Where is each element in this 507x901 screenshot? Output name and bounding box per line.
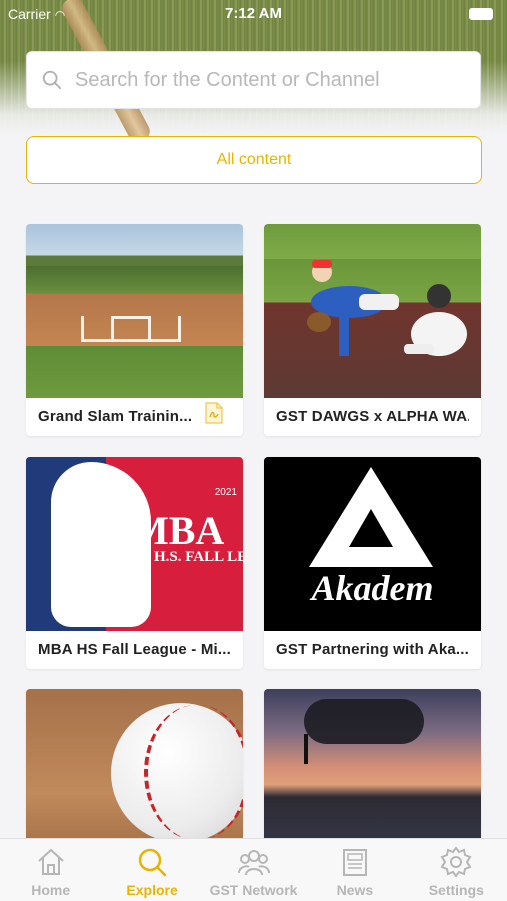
all-content-filter-button[interactable]: All content bbox=[26, 136, 482, 184]
card-thumbnail bbox=[26, 224, 243, 398]
card-thumbnail bbox=[264, 689, 481, 863]
smokestack bbox=[304, 734, 308, 764]
content-card-mba-fall-league[interactable]: MBA H.S. FALL LEAGU 2021 MBA HS Fall Lea… bbox=[26, 457, 243, 669]
mba-year-text: 2021 bbox=[214, 487, 237, 498]
tab-home[interactable]: Home bbox=[0, 839, 101, 901]
card-thumbnail: Akadem bbox=[264, 457, 481, 631]
news-icon bbox=[342, 849, 367, 876]
search-icon bbox=[42, 70, 62, 90]
batter-box-lines bbox=[111, 316, 151, 342]
tab-label: Home bbox=[31, 882, 71, 898]
battery-icon bbox=[469, 8, 493, 20]
tab-label: Settings bbox=[428, 882, 484, 898]
network-icon bbox=[237, 850, 270, 876]
content-card-akademy[interactable]: Akadem GST Partnering with Aka... bbox=[264, 457, 481, 669]
card-title: Grand Slam Trainin... bbox=[38, 408, 193, 425]
home-icon bbox=[38, 848, 64, 875]
baseball-stitch bbox=[146, 705, 243, 840]
card-title: MBA HS Fall League - Mi... bbox=[38, 641, 231, 658]
search-bar[interactable] bbox=[26, 51, 481, 109]
status-bar: Carrier ◠ 7:12 AM bbox=[0, 0, 507, 28]
tab-settings[interactable]: Settings bbox=[406, 839, 507, 901]
gear-icon bbox=[440, 846, 472, 878]
players-illustration bbox=[307, 260, 467, 356]
card-thumbnail: MBA H.S. FALL LEAGU 2021 bbox=[26, 457, 243, 631]
bottom-tab-bar: Home Explore GST Network News Settings bbox=[0, 838, 507, 901]
search-input[interactable] bbox=[73, 67, 480, 93]
card-thumbnail bbox=[264, 224, 481, 398]
card-title: GST DAWGS x ALPHA WA... bbox=[276, 408, 469, 425]
content-card-gst-dawgs[interactable]: GST DAWGS x ALPHA WA... bbox=[264, 224, 481, 436]
tab-gst-network[interactable]: GST Network bbox=[203, 839, 304, 901]
mba-subtitle-text: H.S. FALL LEAGU bbox=[154, 549, 243, 565]
tab-label: GST Network bbox=[209, 882, 298, 898]
akademy-logo-inner bbox=[349, 509, 393, 547]
content-card-grand-slam[interactable]: Grand Slam Trainin... bbox=[26, 224, 243, 436]
akademy-logo-text: Akadem bbox=[311, 568, 434, 608]
status-time: 7:12 AM bbox=[225, 5, 282, 22]
tab-label: Explore bbox=[126, 882, 178, 898]
filter-label: All content bbox=[216, 151, 292, 168]
card-title: GST Partnering with Aka... bbox=[276, 641, 469, 658]
card-thumbnail bbox=[26, 689, 243, 863]
search-icon bbox=[138, 848, 167, 877]
tab-label: News bbox=[336, 882, 374, 898]
pdf-file-icon bbox=[205, 402, 223, 424]
smoke-cloud bbox=[304, 699, 424, 744]
mba-logo-text: MBA bbox=[131, 508, 225, 553]
tab-news[interactable]: News bbox=[304, 839, 405, 901]
tab-explore[interactable]: Explore bbox=[101, 839, 202, 901]
